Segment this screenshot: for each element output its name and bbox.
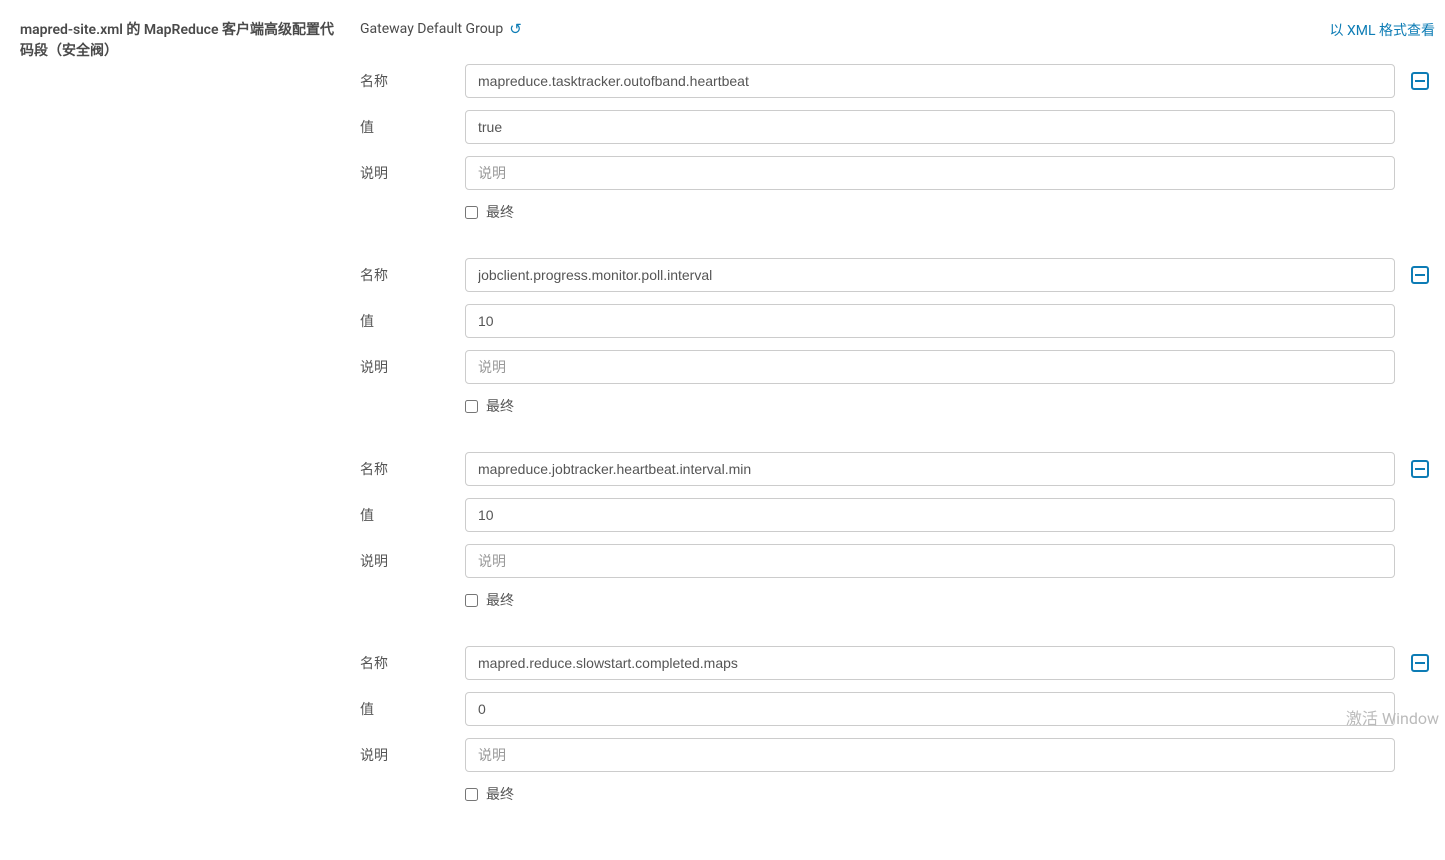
final-checkbox[interactable] xyxy=(465,594,478,607)
config-entry: 名称值说明最终 xyxy=(360,258,1435,416)
description-label: 说明 xyxy=(360,551,455,571)
value-input[interactable] xyxy=(465,304,1395,338)
value-label: 值 xyxy=(360,699,455,719)
config-section-title: mapred-site.xml 的 MapReduce 客户端高级配置代码段（安… xyxy=(20,20,340,62)
final-checkbox[interactable] xyxy=(465,788,478,801)
value-label: 值 xyxy=(360,505,455,525)
view-as-xml-link[interactable]: 以 XML 格式查看 xyxy=(1330,20,1436,40)
description-input[interactable] xyxy=(465,738,1395,772)
remove-entry-icon[interactable] xyxy=(1411,72,1429,90)
config-entry: 名称值说明最终 xyxy=(360,64,1435,222)
final-label: 最终 xyxy=(486,784,514,804)
name-input[interactable] xyxy=(465,452,1395,486)
config-entry: 名称值说明最终 xyxy=(360,452,1435,610)
group-label-text: Gateway Default Group xyxy=(360,21,503,37)
description-input[interactable] xyxy=(465,350,1395,384)
name-input[interactable] xyxy=(465,64,1395,98)
value-label: 值 xyxy=(360,117,455,137)
config-entry: 名称值说明最终 xyxy=(360,646,1435,804)
value-input[interactable] xyxy=(465,692,1395,726)
description-input[interactable] xyxy=(465,156,1395,190)
value-label: 值 xyxy=(360,311,455,331)
final-checkbox[interactable] xyxy=(465,206,478,219)
final-label: 最终 xyxy=(486,590,514,610)
final-label: 最终 xyxy=(486,202,514,222)
final-label: 最终 xyxy=(486,396,514,416)
description-label: 说明 xyxy=(360,745,455,765)
group-label: Gateway Default Group ↺ xyxy=(360,20,522,38)
final-checkbox[interactable] xyxy=(465,400,478,413)
description-input[interactable] xyxy=(465,544,1395,578)
value-input[interactable] xyxy=(465,110,1395,144)
name-input[interactable] xyxy=(465,258,1395,292)
name-label: 名称 xyxy=(360,653,455,673)
value-input[interactable] xyxy=(465,498,1395,532)
description-label: 说明 xyxy=(360,163,455,183)
name-label: 名称 xyxy=(360,459,455,479)
revert-icon[interactable]: ↺ xyxy=(509,20,522,38)
remove-entry-icon[interactable] xyxy=(1411,460,1429,478)
name-label: 名称 xyxy=(360,71,455,91)
remove-entry-icon[interactable] xyxy=(1411,266,1429,284)
name-label: 名称 xyxy=(360,265,455,285)
name-input[interactable] xyxy=(465,646,1395,680)
remove-entry-icon[interactable] xyxy=(1411,654,1429,672)
description-label: 说明 xyxy=(360,357,455,377)
